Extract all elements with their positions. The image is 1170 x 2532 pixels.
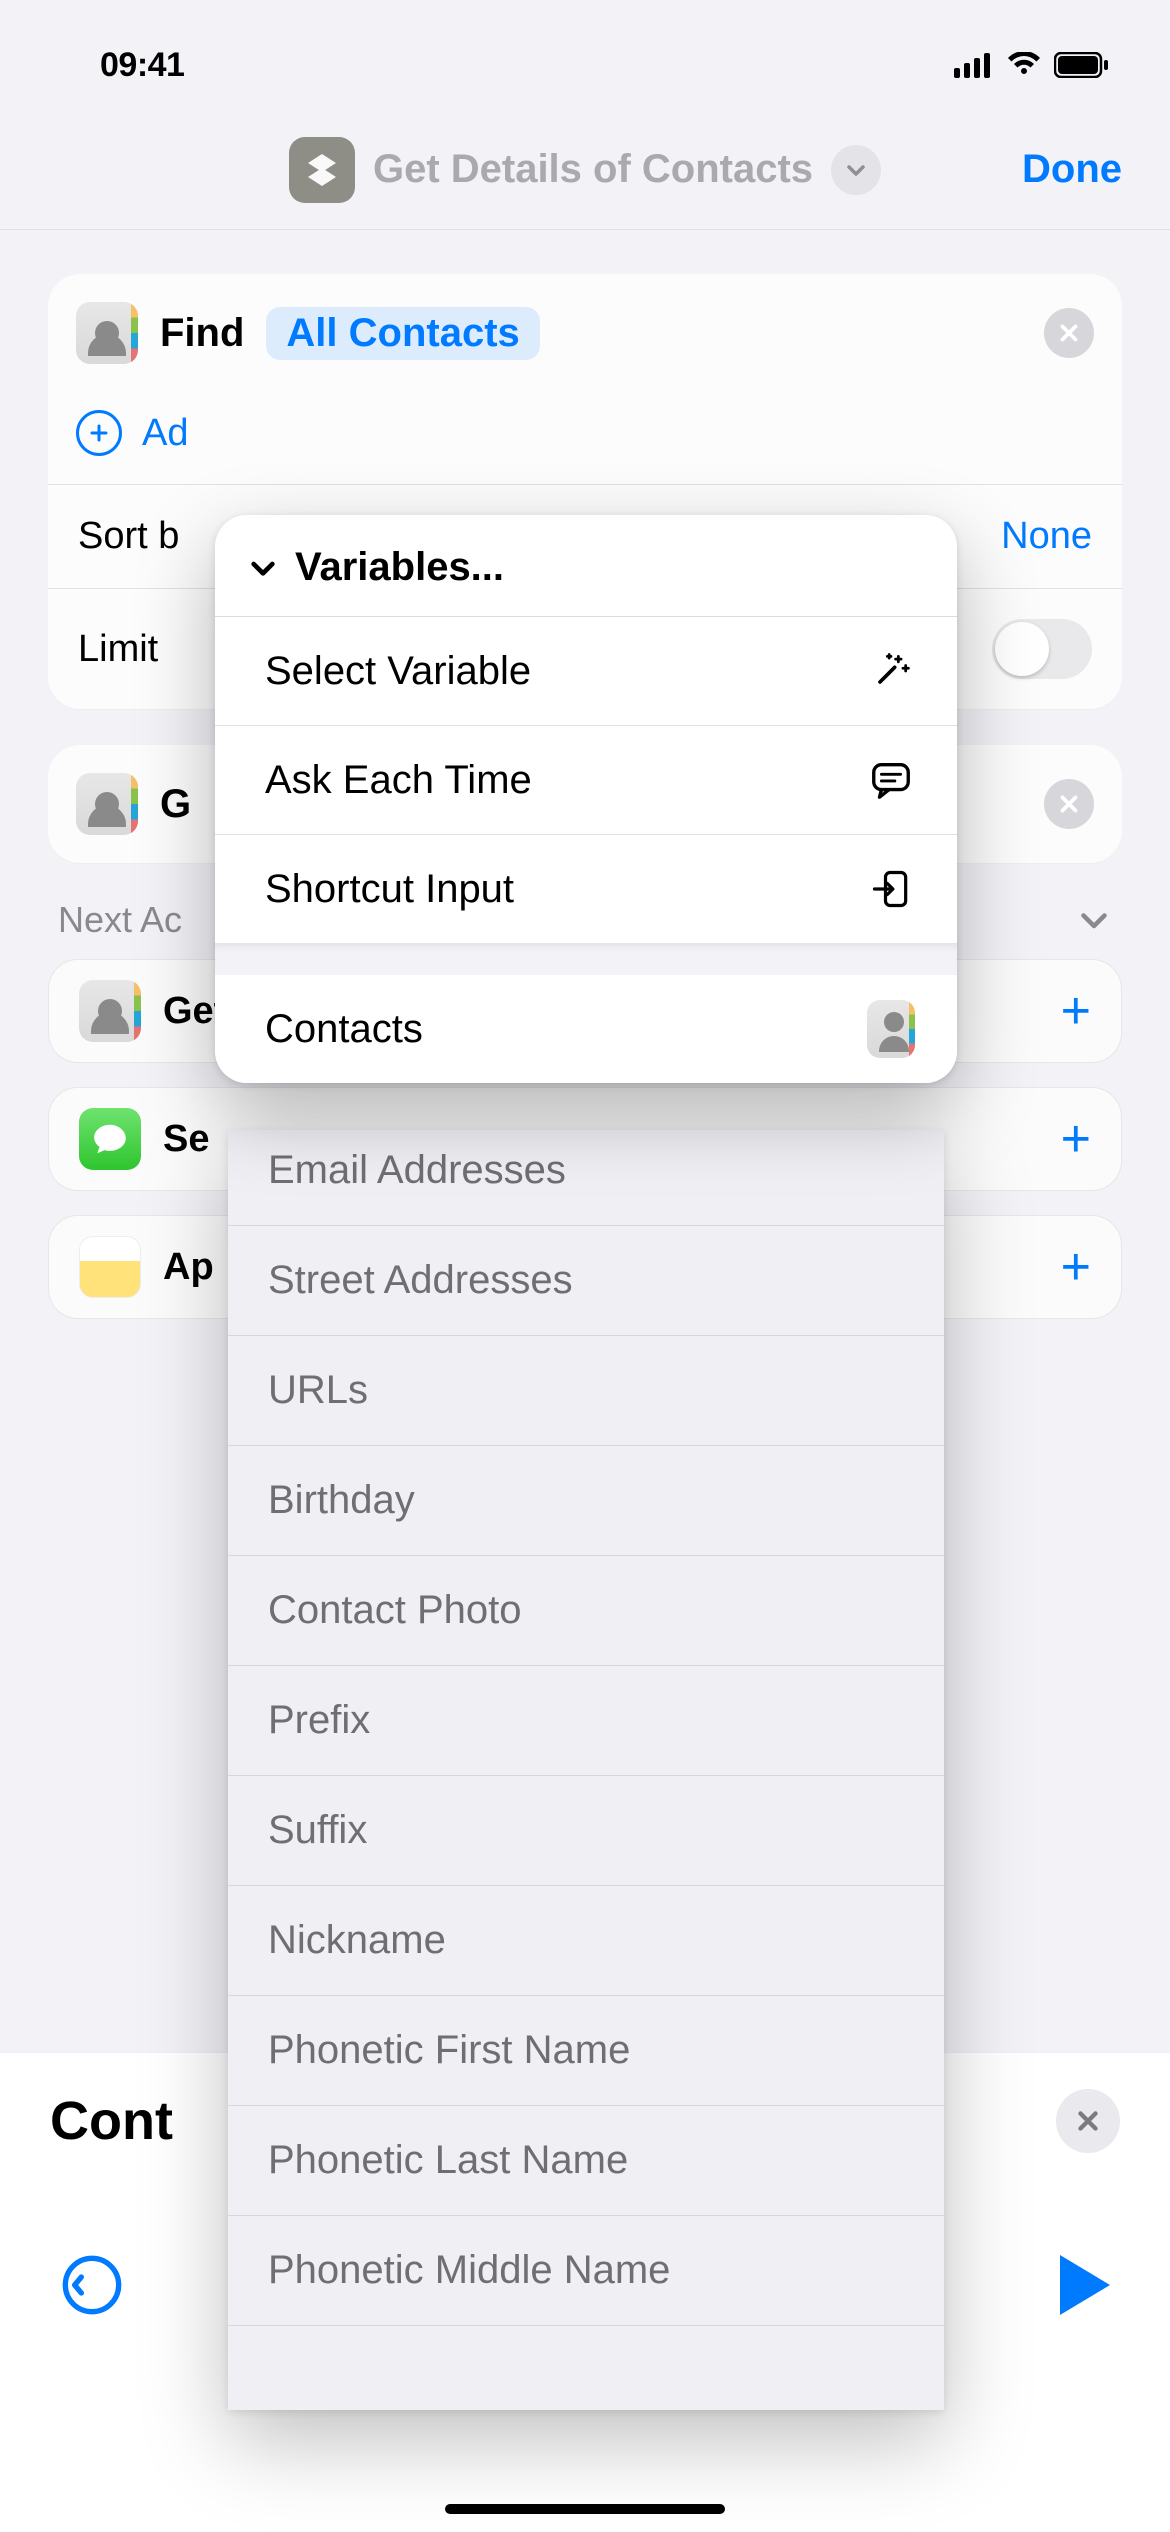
home-indicator (445, 2504, 725, 2514)
wifi-icon (1006, 52, 1042, 78)
contacts-icon (76, 302, 138, 364)
popover-header[interactable]: Variables... (215, 515, 957, 617)
add-filter-label: Ad (142, 412, 188, 455)
sort-by-value[interactable]: None (1001, 515, 1092, 558)
get-details-label: G (160, 782, 191, 827)
add-suggestion-button[interactable]: + (1061, 1237, 1091, 1297)
variables-popover: Variables... Select Variable Ask Each Ti… (215, 515, 957, 1083)
property-item[interactable]: Phonetic Middle Name (228, 2216, 944, 2326)
select-variable-item[interactable]: Select Variable (215, 617, 957, 726)
contacts-icon (867, 1005, 915, 1053)
suggestion-label: Se (163, 1118, 209, 1161)
item-label: Shortcut Input (265, 867, 514, 912)
find-verb: Find (160, 311, 244, 356)
shortcut-title: Get Details of Contacts (373, 147, 813, 192)
limit-toggle[interactable] (992, 619, 1092, 679)
cellular-icon (954, 52, 994, 78)
all-contacts-token[interactable]: All Contacts (266, 307, 539, 360)
magic-wand-icon (867, 647, 915, 695)
property-item[interactable]: Email Addresses (228, 1130, 944, 1226)
property-item[interactable]: Prefix (228, 1666, 944, 1776)
ask-each-time-item[interactable]: Ask Each Time (215, 726, 957, 835)
contact-properties-list: Email Addresses Street Addresses URLs Bi… (228, 1130, 944, 2410)
close-sheet-button[interactable] (1056, 2089, 1120, 2153)
status-bar: 09:41 (0, 0, 1170, 110)
run-shortcut-button[interactable] (1060, 2255, 1110, 2315)
limit-label: Limit (78, 628, 158, 671)
property-item[interactable]: Street Addresses (228, 1226, 944, 1336)
property-item[interactable]: Phonetic Last Name (228, 2106, 944, 2216)
delete-action-button[interactable] (1044, 779, 1094, 829)
section-header-label: Next Ac (58, 899, 182, 941)
add-filter-button[interactable]: Ad (48, 392, 1122, 484)
nav-title-group[interactable]: Get Details of Contacts (289, 137, 881, 203)
shortcut-input-item[interactable]: Shortcut Input (215, 835, 957, 943)
item-label: Select Variable (265, 649, 531, 694)
shortcuts-app-icon (289, 137, 355, 203)
undo-button[interactable] (60, 2253, 124, 2317)
add-suggestion-button[interactable]: + (1061, 981, 1091, 1041)
sheet-title: Cont (50, 2090, 173, 2152)
speech-bubble-icon (867, 756, 915, 804)
contacts-variable-item[interactable]: Contacts (215, 975, 957, 1083)
battery-icon (1054, 52, 1110, 78)
chevron-down-icon[interactable] (831, 145, 881, 195)
contacts-icon (79, 980, 141, 1042)
status-time: 09:41 (100, 46, 184, 85)
popover-title: Variables... (295, 545, 504, 590)
property-item[interactable]: Nickname (228, 1886, 944, 1996)
item-label: Ask Each Time (265, 758, 532, 803)
plus-circle-icon (76, 410, 122, 456)
add-suggestion-button[interactable]: + (1061, 1109, 1091, 1169)
item-label: Contacts (265, 1007, 423, 1052)
property-item[interactable]: Birthday (228, 1446, 944, 1556)
contacts-icon (76, 773, 138, 835)
notes-icon (79, 1236, 141, 1298)
status-icons (954, 52, 1110, 78)
chevron-down-icon (1076, 902, 1112, 938)
done-button[interactable]: Done (1022, 147, 1122, 192)
messages-icon (79, 1108, 141, 1170)
property-item[interactable]: Suffix (228, 1776, 944, 1886)
nav-bar: Get Details of Contacts Done (0, 110, 1170, 230)
delete-action-button[interactable] (1044, 308, 1094, 358)
input-icon (867, 865, 915, 913)
suggestion-label: Ap (163, 1246, 214, 1289)
chevron-down-icon (247, 552, 279, 584)
property-item[interactable]: Contact Photo (228, 1556, 944, 1666)
sort-by-label: Sort b (78, 515, 179, 558)
property-item[interactable]: URLs (228, 1336, 944, 1446)
property-item[interactable]: Phonetic First Name (228, 1996, 944, 2106)
